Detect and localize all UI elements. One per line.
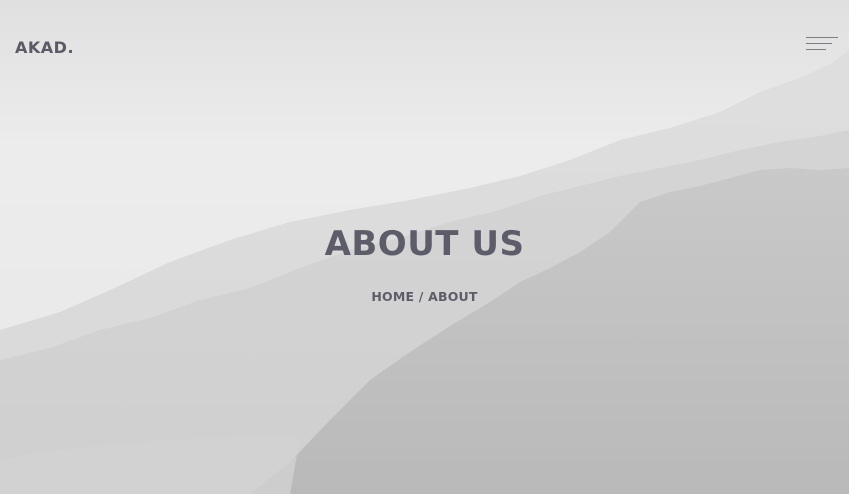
hero-section: AKAD. ABOUT US HOME / ABOUT (0, 0, 849, 494)
menu-line-2 (806, 43, 832, 44)
page-title: ABOUT US (324, 224, 525, 264)
breadcrumb: HOME / ABOUT (0, 289, 849, 304)
site-logo[interactable]: AKAD. (15, 38, 74, 57)
menu-line-1 (806, 37, 838, 38)
breadcrumb-current: ABOUT (428, 289, 478, 304)
breadcrumb-home-link[interactable]: HOME (371, 289, 414, 304)
hamburger-menu-icon[interactable] (806, 35, 840, 55)
menu-line-3 (806, 49, 826, 50)
breadcrumb-separator: / (418, 289, 429, 304)
